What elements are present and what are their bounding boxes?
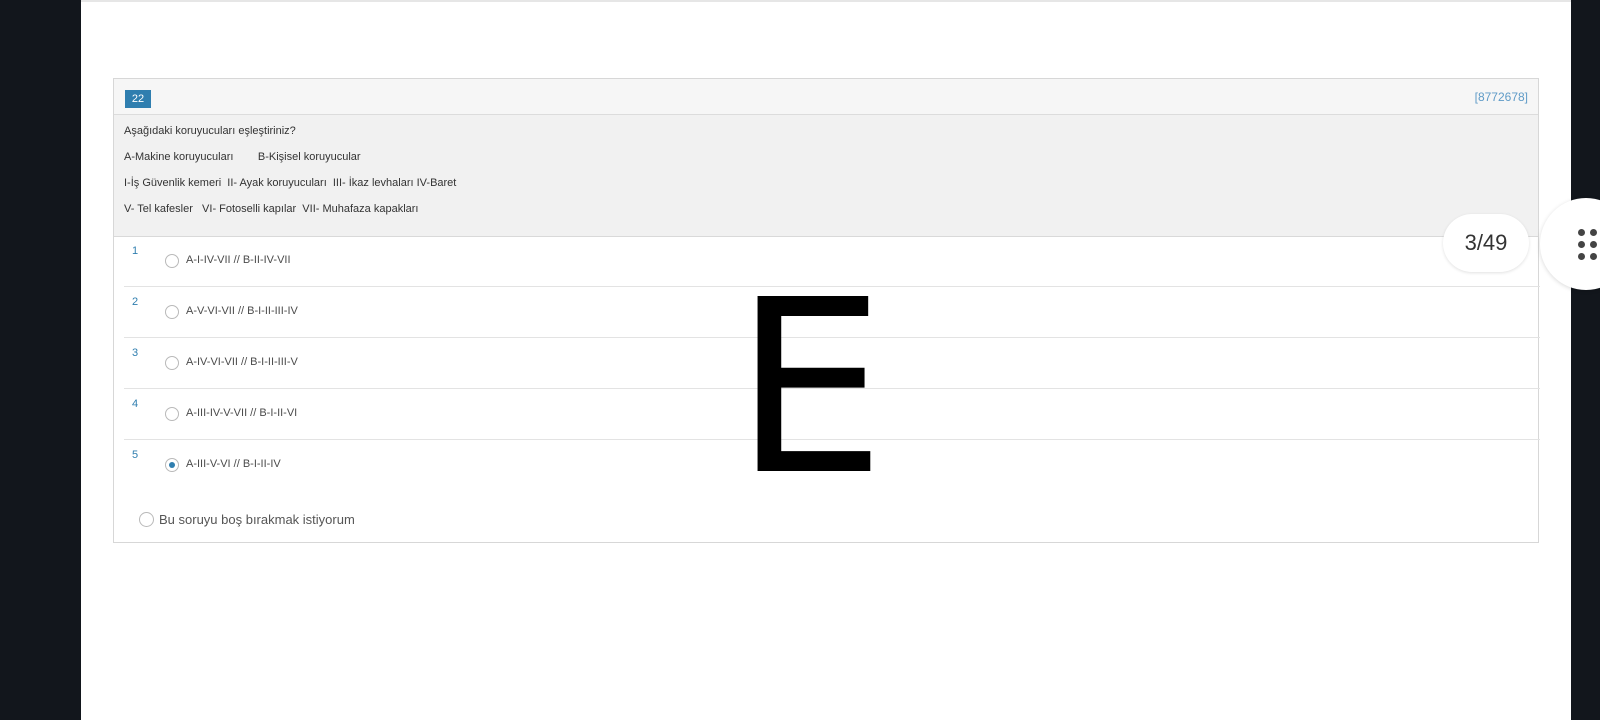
question-groups: A-Makine koruyucuları B-Kişisel koruyucu… <box>124 151 361 163</box>
option-radio[interactable] <box>165 407 179 421</box>
skip-label[interactable]: Bu soruyu boş bırakmak istiyorum <box>159 512 355 527</box>
option-number: 5 <box>132 449 139 461</box>
question-code: [8772678] <box>1474 90 1528 104</box>
option-label[interactable]: A-III-V-VI // B-I-II-IV <box>186 458 281 470</box>
page-counter: 3/49 <box>1443 214 1529 272</box>
option-radio[interactable] <box>165 305 179 319</box>
option-radio[interactable] <box>165 254 179 268</box>
page-content: 22 [8772678] Aşağıdaki koruyucuları eşle… <box>81 0 1571 720</box>
question-prompt: Aşağıdaki koruyucuları eşleştiriniz? <box>124 125 296 137</box>
option-radio[interactable] <box>165 356 179 370</box>
question-number-badge: 22 <box>125 90 151 108</box>
question-items-1: I-İş Güvenlik kemeri II- Ayak koruyucula… <box>124 177 457 189</box>
question-header: 22 [8772678] <box>114 79 1538 115</box>
option-number: 3 <box>132 347 139 359</box>
option-number: 1 <box>132 245 139 257</box>
grid-dots-icon <box>1578 229 1600 261</box>
option-number: 2 <box>132 296 139 308</box>
option-label[interactable]: A-IV-VI-VII // B-I-II-III-V <box>186 356 298 368</box>
option-label[interactable]: A-V-VI-VII // B-I-II-III-IV <box>186 305 298 317</box>
skip-radio[interactable] <box>139 512 154 527</box>
question-items-2: V- Tel kafesler VI- Fotoselli kapılar VI… <box>124 203 419 215</box>
top-divider <box>81 0 1571 2</box>
question-text: Aşağıdaki koruyucuları eşleştiriniz? A-M… <box>114 115 1538 237</box>
option-number: 4 <box>132 398 139 410</box>
option-label[interactable]: A-III-IV-V-VII // B-I-II-VI <box>186 407 297 419</box>
overlay-answer-letter: E <box>734 248 886 528</box>
option-radio-selected[interactable] <box>165 458 179 472</box>
option-label[interactable]: A-I-IV-VII // B-II-IV-VII <box>186 254 291 266</box>
